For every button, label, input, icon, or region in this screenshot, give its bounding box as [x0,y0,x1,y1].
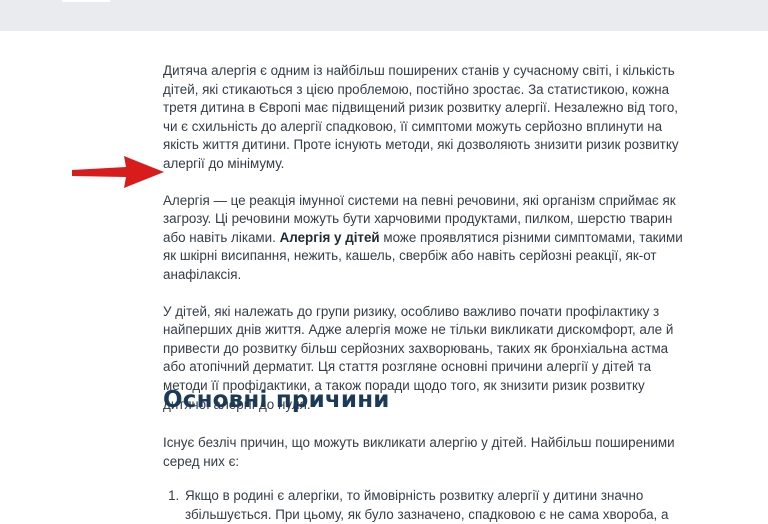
intro-paragraph: Дитяча алергія є одним із найбільш пошир… [163,63,679,171]
section-lead: Існує безліч причин, що можуть викликати… [163,435,675,469]
causes-list: Якщо в родині є алергіки, то ймовірність… [163,487,688,524]
logo-stub [62,0,110,2]
p2-bold-link: Алергія у дітей [279,229,380,245]
section-body: Існує безліч причин, що можуть викликати… [163,434,688,524]
red-arrow-shape [72,156,164,188]
allergy-definition-paragraph: Алергія — це реакція імунної системи на … [163,192,688,285]
top-bar [0,0,768,31]
section-heading: Основні причини [163,387,390,413]
list-item: Якщо в родині є алергіки, то ймовірність… [183,487,688,524]
red-arrow-icon [72,156,164,188]
article-body: Дитяча алергія є одним із найбільш пошир… [163,62,688,432]
